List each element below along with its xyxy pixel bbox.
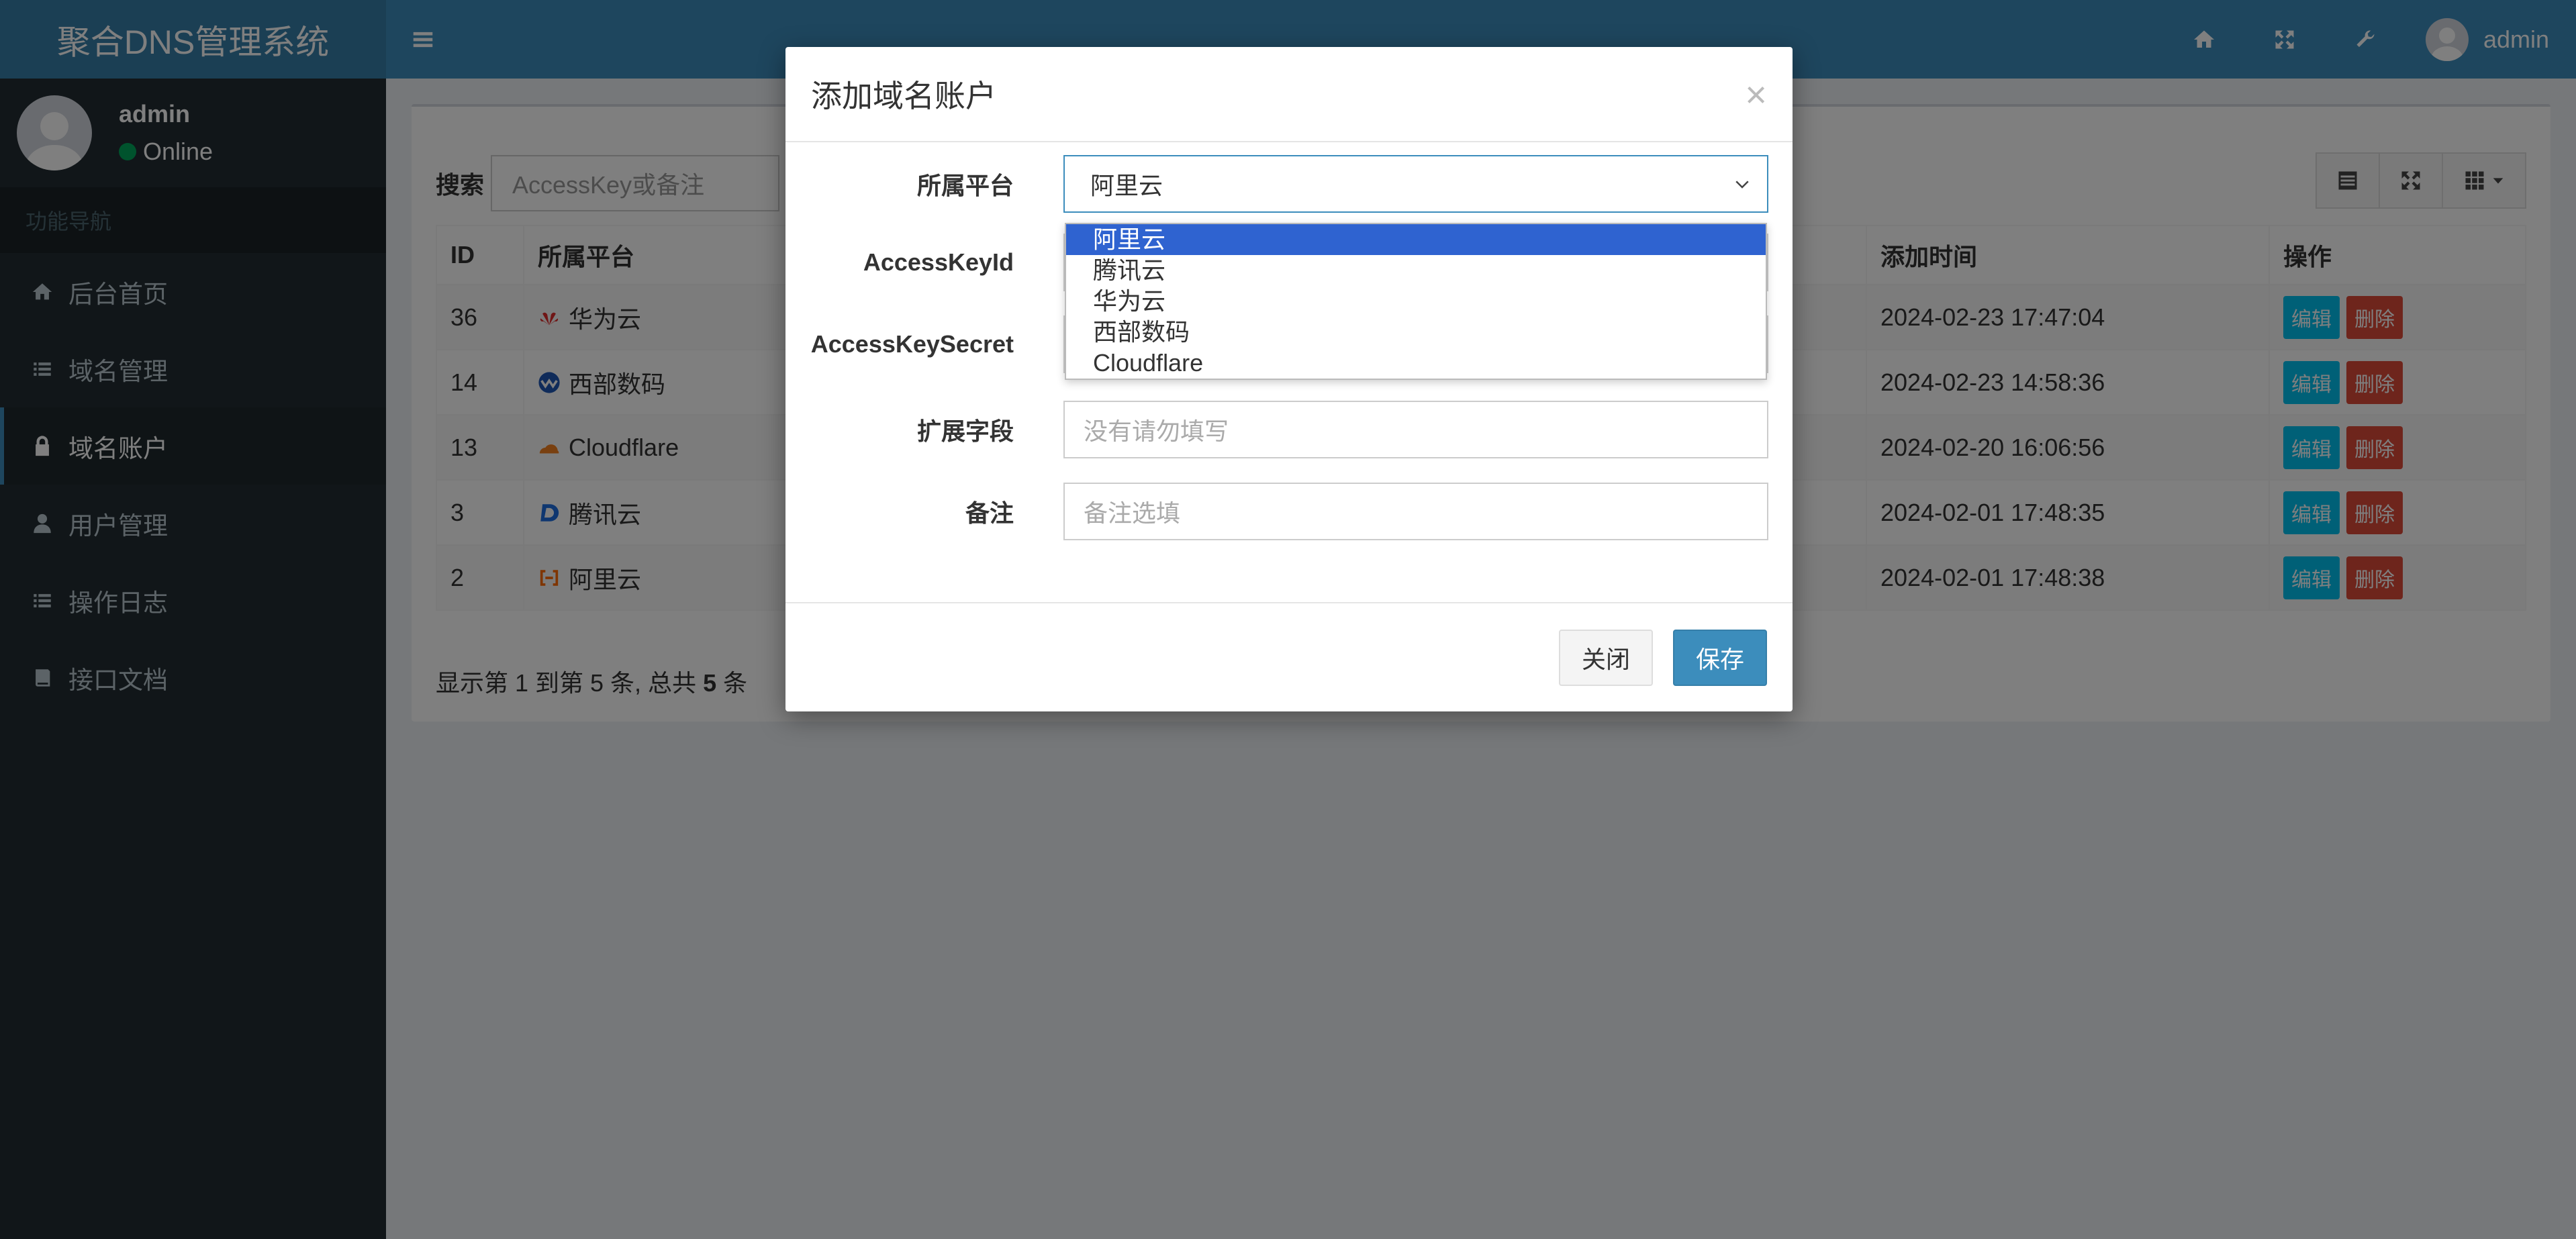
close-button[interactable]: 关闭 (1558, 629, 1653, 686)
platform-dropdown: 阿里云 腾讯云 华为云 西部数码 Cloudflare (1065, 223, 1767, 380)
ext-label: 扩展字段 (916, 417, 1014, 445)
platform-label: 所属平台 (916, 172, 1014, 199)
platform-option[interactable]: 华为云 (1066, 286, 1766, 317)
add-account-modal: 添加域名账户 × 所属平台 阿里云 AccessKeyId AccessKeyS… (785, 47, 1793, 711)
platform-option[interactable]: 腾讯云 (1066, 255, 1766, 286)
platform-option[interactable]: Cloudflare (1066, 348, 1766, 379)
platform-option[interactable]: 西部数码 (1066, 317, 1766, 348)
platform-select[interactable]: 阿里云 (1063, 155, 1768, 213)
remark-input[interactable]: 备注选填 (1063, 483, 1768, 540)
platform-option[interactable]: 阿里云 (1066, 224, 1766, 255)
chevron-down-icon (1735, 181, 1749, 189)
modal-header: 添加域名账户 × (785, 47, 1793, 142)
save-button[interactable]: 保存 (1672, 629, 1767, 686)
form-row-remark: 备注 备注选填 (785, 483, 1793, 540)
form-row-platform: 所属平台 阿里云 (785, 155, 1793, 213)
remark-label: 备注 (965, 499, 1014, 527)
ext-field-input[interactable]: 没有请勿填写 (1063, 401, 1768, 458)
form-row-ext: 扩展字段 没有请勿填写 (785, 401, 1793, 458)
modal-title: 添加域名账户 (811, 79, 996, 113)
modal-footer: 关闭 保存 (785, 602, 1793, 711)
accesskeysecret-label: AccessKeySecret (810, 330, 1014, 358)
accesskeyid-label: AccessKeyId (863, 248, 1014, 276)
close-icon[interactable]: × (1745, 72, 1767, 116)
